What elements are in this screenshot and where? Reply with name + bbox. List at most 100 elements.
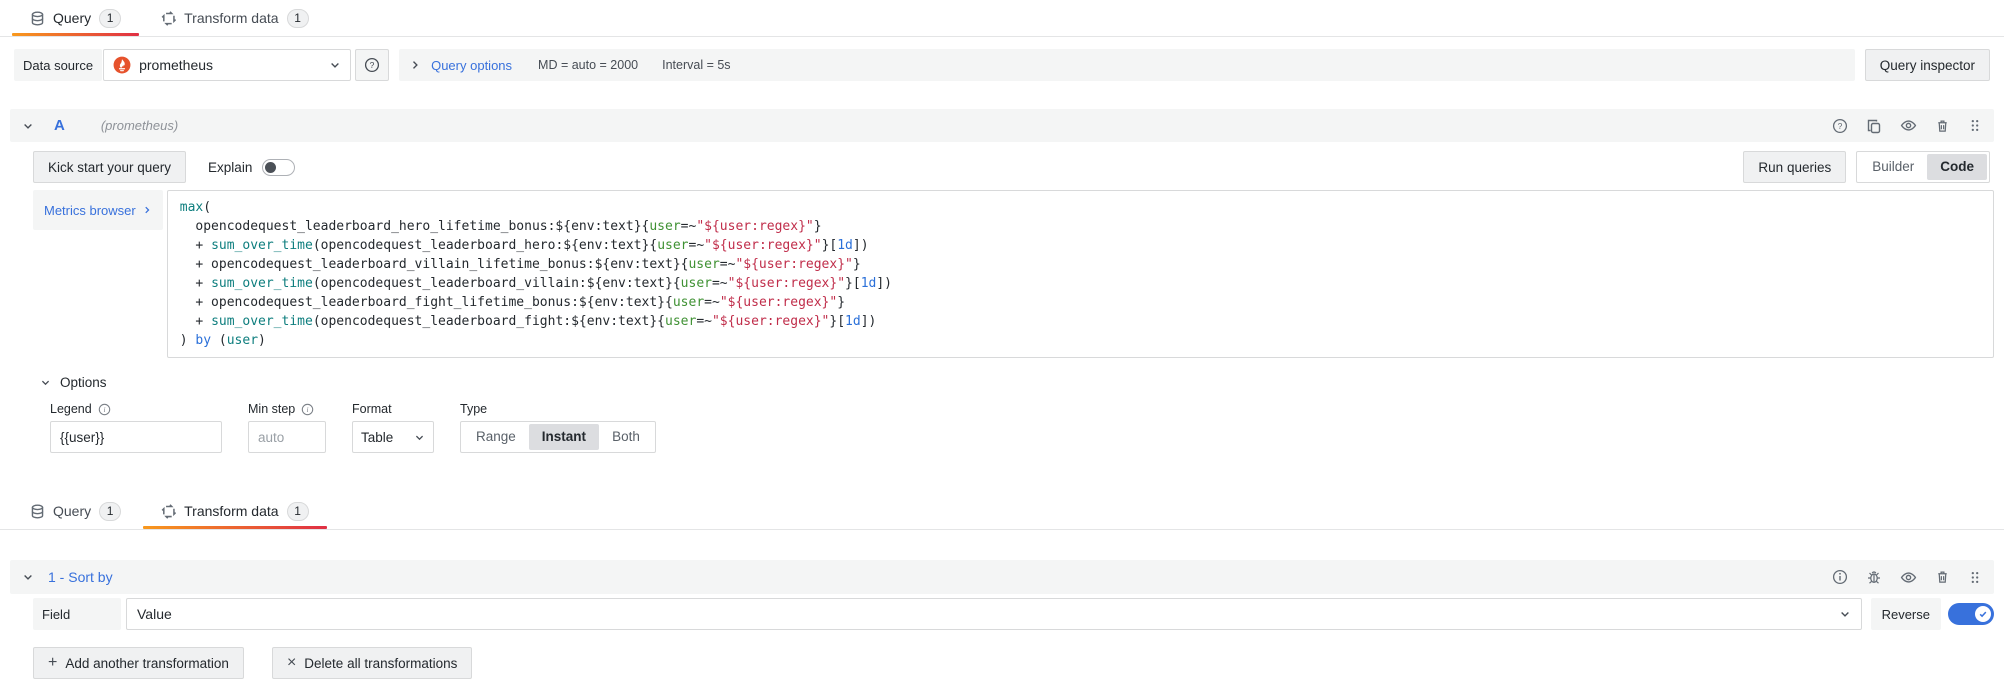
eye-icon[interactable] bbox=[1900, 117, 1917, 134]
legend-label: Legend bbox=[50, 402, 92, 416]
sort-by-title: 1 - Sort by bbox=[48, 569, 113, 585]
datasource-help-button[interactable]: ? bbox=[355, 49, 389, 81]
query-options-section: Options Legend i Min step i bbox=[40, 375, 1994, 453]
drag-handle-icon[interactable] bbox=[1968, 118, 1982, 133]
datasource-label: Data source bbox=[14, 49, 102, 81]
toggle-knob bbox=[1975, 606, 1991, 622]
chevron-down-icon[interactable] bbox=[22, 571, 34, 583]
sort-field-row: Field Value Reverse bbox=[33, 598, 1994, 630]
tab-query-bottom[interactable]: Query 1 bbox=[10, 493, 141, 529]
format-value: Table bbox=[361, 430, 393, 445]
query-ref-id: A bbox=[54, 117, 65, 134]
type-both-option[interactable]: Both bbox=[599, 424, 653, 450]
tab-transform-count-badge: 1 bbox=[287, 9, 309, 28]
transform-icon bbox=[161, 504, 176, 519]
options-fields: Legend i Min step i Format bbox=[50, 402, 1994, 453]
sort-by-transformation: 1 - Sort by Field Value bbox=[10, 560, 1994, 630]
info-circle-icon[interactable] bbox=[1832, 569, 1848, 585]
tab-query-count-badge: 1 bbox=[99, 502, 121, 521]
tab-transform-bottom[interactable]: Transform data 1 bbox=[141, 493, 328, 529]
promql-code[interactable]: max( opencodequest_leaderboard_hero_life… bbox=[167, 190, 1994, 358]
tab-query-label: Query bbox=[53, 10, 91, 26]
type-label: Type bbox=[460, 402, 487, 416]
duplicate-icon[interactable] bbox=[1866, 118, 1882, 134]
format-field: Format Table bbox=[352, 402, 434, 453]
chevron-down-icon bbox=[329, 59, 341, 71]
mode-code-option[interactable]: Code bbox=[1927, 154, 1987, 180]
options-title: Options bbox=[60, 375, 107, 390]
type-range-option[interactable]: Range bbox=[463, 424, 529, 450]
svg-text:?: ? bbox=[1838, 121, 1843, 131]
format-label: Format bbox=[352, 402, 392, 416]
info-icon: i bbox=[98, 403, 111, 416]
min-step-input[interactable] bbox=[248, 421, 326, 453]
editor-mode-switcher: Builder Code bbox=[1856, 151, 1990, 183]
eye-icon[interactable] bbox=[1900, 569, 1917, 586]
chevron-down-icon bbox=[1839, 608, 1851, 620]
help-circle-icon[interactable]: ? bbox=[1832, 118, 1848, 134]
svg-text:i: i bbox=[307, 404, 309, 413]
chevron-right-icon bbox=[142, 205, 152, 215]
min-step-field: Min step i bbox=[248, 402, 326, 453]
plus-icon: + bbox=[48, 654, 57, 672]
transformation-header-actions bbox=[1832, 569, 1982, 586]
metrics-browser-button[interactable]: Metrics browser bbox=[33, 190, 163, 230]
query-transform-tabbar-bottom: Query 1 Transform data 1 bbox=[0, 493, 2004, 530]
query-editor-section: A (prometheus) ? Kick start your query E… bbox=[10, 109, 1994, 453]
chevron-down-icon bbox=[40, 377, 51, 388]
delete-all-transformations-button[interactable]: × Delete all transformations bbox=[272, 647, 472, 679]
help-icon: ? bbox=[364, 57, 380, 73]
query-header-actions: ? bbox=[1832, 117, 1982, 134]
toggle-knob bbox=[265, 162, 276, 173]
close-icon: × bbox=[287, 654, 296, 672]
chevron-down-icon bbox=[414, 432, 425, 443]
type-field: Type Range Instant Both bbox=[460, 402, 656, 453]
mode-builder-option[interactable]: Builder bbox=[1859, 154, 1927, 180]
query-transform-tabbar-top: Query 1 Transform data 1 bbox=[0, 0, 2004, 37]
query-options-collapsed[interactable]: Query options MD = auto = 2000 Interval … bbox=[399, 49, 1855, 81]
type-radio-group: Range Instant Both bbox=[460, 421, 656, 453]
tab-query-top[interactable]: Query 1 bbox=[10, 0, 141, 36]
svg-text:?: ? bbox=[370, 60, 375, 70]
interval-value: Interval = 5s bbox=[662, 58, 730, 72]
chevron-right-icon bbox=[409, 59, 421, 71]
tab-transform-label: Transform data bbox=[184, 503, 278, 519]
explain-toggle[interactable] bbox=[262, 159, 295, 176]
tab-transform-label: Transform data bbox=[184, 10, 278, 26]
reverse-toggle[interactable] bbox=[1948, 603, 1994, 625]
query-row-header[interactable]: A (prometheus) ? bbox=[10, 109, 1994, 142]
add-transformation-button[interactable]: + Add another transformation bbox=[33, 647, 244, 679]
database-icon bbox=[30, 11, 45, 26]
format-select[interactable]: Table bbox=[352, 421, 434, 453]
prometheus-icon bbox=[113, 56, 131, 74]
sort-field-select[interactable]: Value bbox=[126, 598, 1862, 630]
legend-field: Legend i bbox=[50, 402, 222, 453]
debug-bug-icon[interactable] bbox=[1866, 569, 1882, 585]
datasource-picker[interactable]: prometheus bbox=[103, 49, 351, 81]
metrics-browser-label: Metrics browser bbox=[44, 203, 136, 218]
transform-icon bbox=[161, 11, 176, 26]
trash-icon[interactable] bbox=[1935, 569, 1950, 585]
legend-input[interactable] bbox=[50, 421, 222, 453]
add-transformation-label: Add another transformation bbox=[65, 656, 229, 671]
trash-icon[interactable] bbox=[1935, 118, 1950, 134]
delete-all-transformations-label: Delete all transformations bbox=[304, 656, 457, 671]
query-datasource-hint: (prometheus) bbox=[101, 118, 178, 133]
tab-transform-count-badge: 1 bbox=[287, 502, 309, 521]
options-header[interactable]: Options bbox=[40, 375, 1994, 390]
min-step-label: Min step bbox=[248, 402, 295, 416]
sort-by-header[interactable]: 1 - Sort by bbox=[10, 560, 1994, 594]
type-instant-option[interactable]: Instant bbox=[529, 424, 599, 450]
run-queries-button[interactable]: Run queries bbox=[1743, 151, 1846, 183]
tab-transform-top[interactable]: Transform data 1 bbox=[141, 0, 328, 36]
datasource-value: prometheus bbox=[139, 57, 321, 73]
sort-field-value: Value bbox=[137, 606, 1839, 622]
chevron-down-icon[interactable] bbox=[22, 120, 34, 132]
query-toolbar: Kick start your query Explain Run querie… bbox=[33, 151, 1994, 183]
query-inspector-button[interactable]: Query inspector bbox=[1865, 49, 1990, 81]
kick-start-query-button[interactable]: Kick start your query bbox=[33, 151, 186, 183]
tab-query-label: Query bbox=[53, 503, 91, 519]
drag-handle-icon[interactable] bbox=[1968, 570, 1982, 585]
query-toolbar-right: Run queries Builder Code bbox=[1743, 151, 1990, 183]
field-label: Field bbox=[33, 598, 121, 630]
